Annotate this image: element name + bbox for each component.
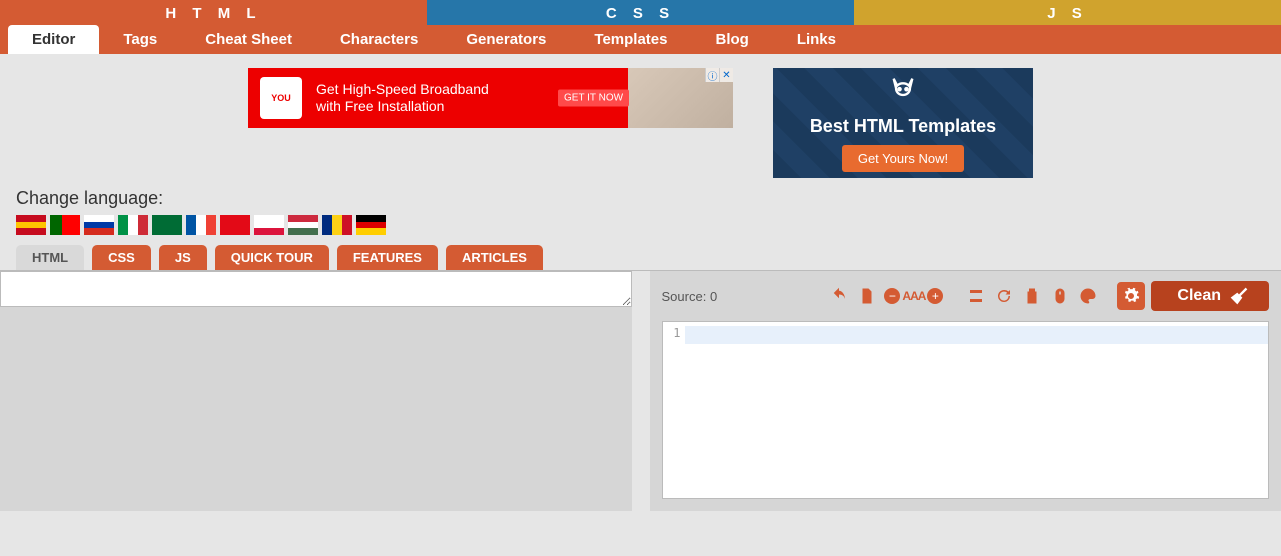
source-toolbar: Source: 0 − AAA + [650, 271, 1281, 321]
clipboard-icon[interactable] [1021, 285, 1043, 307]
menu-blog[interactable]: Blog [691, 25, 772, 54]
menu-cheat-sheet[interactable]: Cheat Sheet [181, 25, 316, 54]
menu-characters[interactable]: Characters [316, 25, 442, 54]
menu-templates[interactable]: Templates [570, 25, 691, 54]
ad-side-cta[interactable]: Get Yours Now! [842, 145, 964, 172]
undo-icon[interactable] [828, 285, 850, 307]
new-file-icon[interactable] [856, 285, 878, 307]
preview-area[interactable] [0, 307, 632, 511]
mouse-icon[interactable] [1049, 285, 1071, 307]
subtab-articles[interactable]: ARTICLES [446, 245, 543, 270]
cat-icon [889, 74, 917, 108]
subtab-js[interactable]: JS [159, 245, 207, 270]
menu-tags[interactable]: Tags [99, 25, 181, 54]
menu-links[interactable]: Links [773, 25, 860, 54]
clean-button[interactable]: Clean [1151, 281, 1269, 311]
code-line-active[interactable] [685, 326, 1269, 344]
flag-it[interactable] [118, 215, 148, 235]
subtab-css[interactable]: CSS [92, 245, 151, 270]
font-size-label: AAA [902, 289, 925, 303]
preview-panel [0, 271, 632, 511]
font-size-control: − AAA + [884, 288, 943, 304]
ad-banner[interactable]: YOU Get High-Speed Broadband with Free I… [248, 68, 733, 128]
font-increase-button[interactable]: + [927, 288, 943, 304]
flag-list [16, 215, 1265, 235]
flag-es[interactable] [16, 215, 46, 235]
flag-tr[interactable] [220, 215, 250, 235]
workspace: Source: 0 − AAA + [0, 270, 1281, 511]
flag-ro[interactable] [322, 215, 352, 235]
font-decrease-button[interactable]: − [884, 288, 900, 304]
flag-pt[interactable] [50, 215, 80, 235]
ad-side-title: Best HTML Templates [810, 116, 996, 137]
broom-icon [1229, 286, 1249, 306]
top-tab-css[interactable]: C S S [427, 0, 854, 25]
top-tab-html[interactable]: H T M L [0, 0, 427, 25]
flag-hu[interactable] [288, 215, 318, 235]
flag-de[interactable] [356, 215, 386, 235]
ad-close-icon[interactable]: ✕ [719, 68, 733, 82]
subtab-quick-tour[interactable]: QUICK TOUR [215, 245, 329, 270]
flag-ru[interactable] [84, 215, 114, 235]
line-gutter: 1 [663, 322, 685, 498]
subtab-bar: HTML CSS JS QUICK TOUR FEATURES ARTICLES [0, 245, 1281, 270]
refresh-icon[interactable] [993, 285, 1015, 307]
language-section: Change language: [0, 188, 1281, 245]
source-panel: Source: 0 − AAA + [650, 271, 1281, 511]
flag-fr[interactable] [186, 215, 216, 235]
flag-sa[interactable] [152, 215, 182, 235]
menu-bar: Editor Tags Cheat Sheet Characters Gener… [0, 25, 1281, 54]
compress-icon[interactable] [965, 285, 987, 307]
subtab-html[interactable]: HTML [16, 245, 84, 270]
subtab-features[interactable]: FEATURES [337, 245, 438, 270]
ad-info-icon[interactable]: ⓘ [705, 68, 719, 82]
ad-side[interactable]: Best HTML Templates Get Yours Now! [773, 68, 1033, 178]
ad-banner-text: Get High-Speed Broadband with Free Insta… [316, 81, 489, 115]
source-label: Source: 0 [662, 289, 718, 304]
menu-editor[interactable]: Editor [8, 25, 99, 54]
ad-banner-logo: YOU [260, 77, 302, 119]
language-label: Change language: [16, 188, 1265, 209]
settings-button[interactable] [1117, 282, 1145, 310]
ad-region: YOU Get High-Speed Broadband with Free I… [0, 54, 1281, 188]
ad-banner-cta[interactable]: GET IT NOW [558, 90, 629, 107]
flag-pl[interactable] [254, 215, 284, 235]
menu-generators[interactable]: Generators [442, 25, 570, 54]
top-tab-js[interactable]: J S [854, 0, 1281, 25]
palette-icon[interactable] [1077, 285, 1099, 307]
top-tabs: H T M L C S S J S [0, 0, 1281, 25]
code-editor[interactable]: 1 [662, 321, 1270, 499]
preview-textarea[interactable] [0, 271, 632, 307]
code-body[interactable] [685, 322, 1269, 498]
